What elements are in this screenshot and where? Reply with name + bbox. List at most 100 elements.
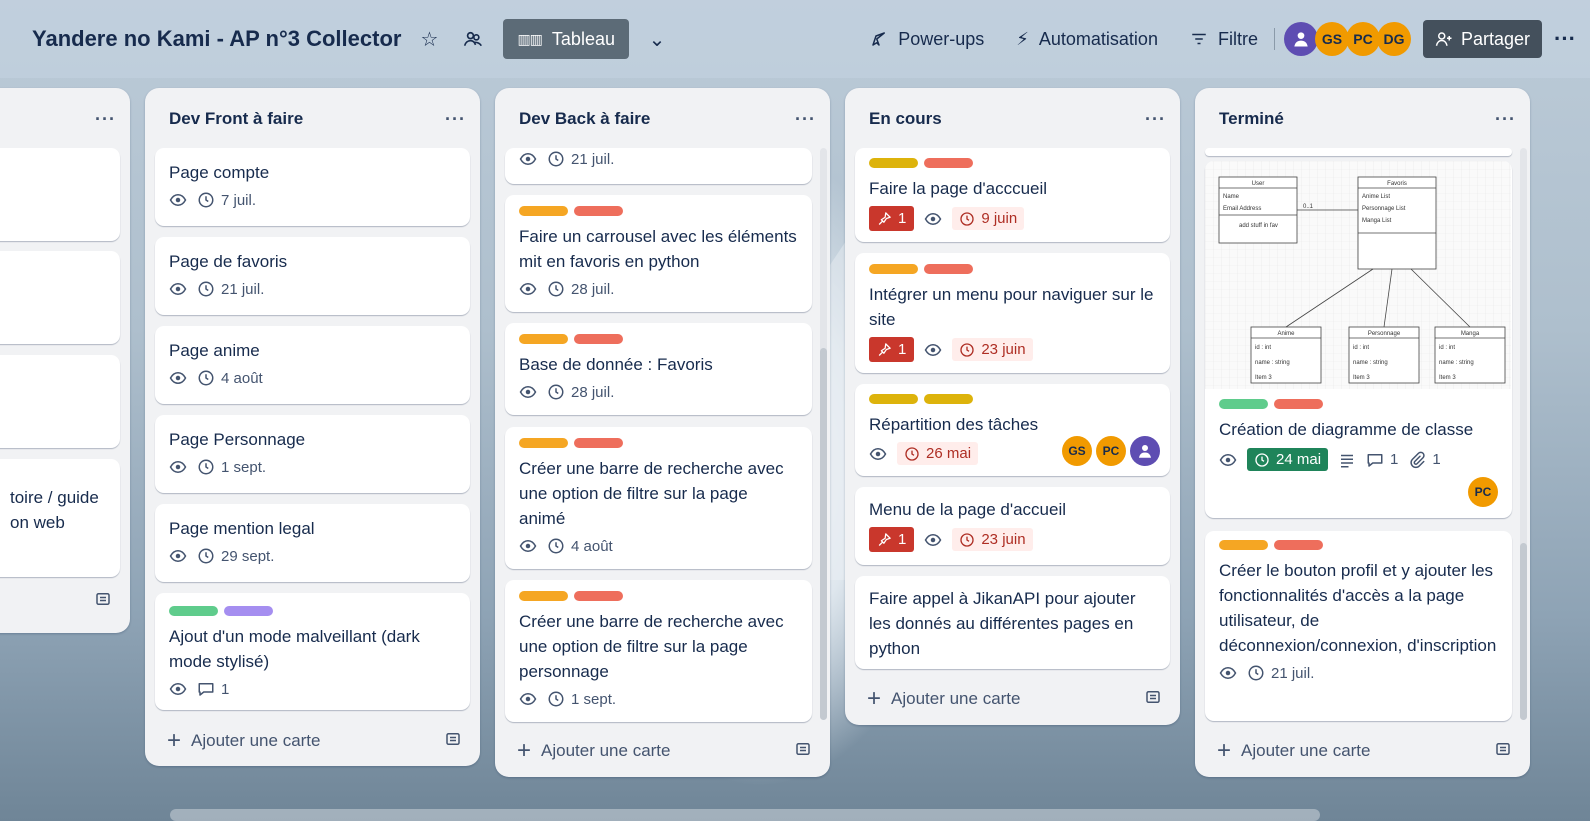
- card[interactable]: Intégrer un menu pour naviguer sur le si…: [855, 253, 1170, 373]
- card[interactable]: Répartition des tâches 26 mai GS PC: [855, 384, 1170, 476]
- card-title: Répartition des tâches: [869, 415, 1039, 434]
- list-en-cours: En cours ··· Faire la page d'acccueil 1 9…: [845, 88, 1180, 725]
- due-date[interactable]: 21 juil.: [1247, 664, 1314, 682]
- due-date[interactable]: 28 juil.: [547, 280, 614, 298]
- list-title[interactable]: En cours: [869, 109, 942, 129]
- share-button[interactable]: Partager: [1422, 20, 1543, 58]
- card[interactable]: Menu de la page d'accueil 1 23 juin: [855, 487, 1170, 565]
- card[interactable]: Page mention legal 29 sept.: [155, 504, 470, 582]
- due-date-overdue[interactable]: 26 mai: [897, 442, 979, 465]
- template-icon[interactable]: [444, 730, 462, 753]
- card-member-avatar[interactable]: PC: [1468, 477, 1498, 507]
- list-dev-back: Dev Back à faire ··· 21 juil. Faire un c…: [495, 88, 830, 777]
- card[interactable]: Page anime 4 août: [155, 326, 470, 404]
- avatar-member[interactable]: GS: [1314, 22, 1349, 56]
- card[interactable]: Page Personnage 1 sept.: [155, 415, 470, 493]
- plus-icon: +: [517, 737, 532, 764]
- list-title[interactable]: Terminé: [1219, 109, 1284, 129]
- card-title: Base de donnée : Favoris: [519, 355, 713, 374]
- notification-badge: 1: [869, 206, 915, 231]
- label-green: [1219, 399, 1268, 409]
- card-member-avatar[interactable]: PC: [1096, 436, 1126, 466]
- due-date-overdue[interactable]: 23 juin: [952, 338, 1033, 361]
- card[interactable]: Ajout d'un mode malveillant (dark mode s…: [155, 593, 470, 710]
- add-card-button[interactable]: + Ajouter une carte: [167, 729, 320, 753]
- card-member-avatar[interactable]: [1130, 436, 1160, 466]
- due-date[interactable]: 21 juil.: [547, 150, 614, 168]
- card[interactable]: [0, 148, 120, 241]
- due-date[interactable]: 1 sept.: [547, 690, 616, 708]
- template-icon[interactable]: [1494, 740, 1512, 763]
- add-card-button[interactable]: + Ajouter une carte: [1217, 739, 1370, 763]
- card-member-avatar[interactable]: GS: [1062, 436, 1092, 466]
- chevron-down-icon[interactable]: ⌄: [641, 23, 673, 55]
- board-menu-icon[interactable]: ···: [1554, 26, 1576, 52]
- card[interactable]: Faire un carrousel avec les éléments mit…: [505, 195, 812, 312]
- avatar-member[interactable]: DG: [1376, 22, 1411, 56]
- avatar-current-user[interactable]: [1283, 22, 1318, 56]
- list-menu-icon[interactable]: ···: [1145, 109, 1166, 130]
- list-scrollbar-thumb[interactable]: [820, 348, 827, 720]
- star-icon[interactable]: ☆: [413, 23, 445, 55]
- card-cover-diagram: User Name Email Address add stuff in fav…: [1205, 161, 1511, 389]
- due-date[interactable]: 28 juil.: [547, 383, 614, 401]
- board-view-button[interactable]: ▥▥ Tableau: [503, 19, 629, 59]
- list-title[interactable]: Dev Back à faire: [519, 109, 650, 129]
- list-menu-icon[interactable]: ···: [445, 109, 466, 130]
- due-date[interactable]: 7 juil.: [197, 191, 256, 209]
- automation-label: Automatisation: [1038, 28, 1158, 49]
- list-menu-icon[interactable]: ···: [1495, 109, 1516, 130]
- card[interactable]: Créer une barre de recherche avec une op…: [505, 427, 812, 569]
- due-date[interactable]: 4 août: [197, 369, 263, 387]
- uml-class-title: Favoris: [1387, 181, 1407, 187]
- card[interactable]: toire / guide on web: [0, 459, 120, 577]
- due-date-complete[interactable]: 24 mai: [1247, 448, 1329, 471]
- card[interactable]: 21 juil.: [505, 148, 812, 184]
- plus-icon: +: [167, 727, 182, 754]
- due-date-overdue[interactable]: 23 juin: [952, 528, 1033, 551]
- card[interactable]: [0, 355, 120, 448]
- due-date-overdue[interactable]: 9 juin: [952, 207, 1025, 230]
- label-orange: [519, 206, 568, 216]
- card[interactable]: [1205, 148, 1512, 156]
- add-card-button[interactable]: + Ajouter une carte: [517, 739, 670, 763]
- uml-multiplicity: 0..1: [1303, 204, 1314, 210]
- list-menu-icon[interactable]: ···: [795, 109, 816, 130]
- card[interactable]: Créer le bouton profil et y ajouter les …: [1205, 531, 1512, 721]
- card[interactable]: Page de favoris 21 juil.: [155, 237, 470, 315]
- due-date[interactable]: 4 août: [547, 537, 613, 555]
- powerups-button[interactable]: Power-ups: [870, 29, 984, 50]
- board-title[interactable]: Yandere no Kami - AP n°3 Collector: [32, 26, 401, 52]
- card[interactable]: Faire la page d'acccueil 1 9 juin: [855, 148, 1170, 242]
- uml-method: add stuff in fav: [1239, 223, 1278, 229]
- card-with-cover[interactable]: User Name Email Address add stuff in fav…: [1205, 161, 1512, 518]
- due-date[interactable]: 29 sept.: [197, 547, 274, 565]
- filter-button[interactable]: Filtre: [1190, 29, 1258, 50]
- card-title: Faire appel à JikanAPI pour ajouter les …: [869, 589, 1136, 658]
- description-icon: [1338, 451, 1356, 469]
- card-title: Créer le bouton profil et y ajouter les …: [1219, 561, 1497, 655]
- avatar-member[interactable]: PC: [1345, 22, 1380, 56]
- card[interactable]: [0, 251, 120, 344]
- card[interactable]: Base de donnée : Favoris 28 juil.: [505, 323, 812, 415]
- template-icon[interactable]: [794, 740, 812, 763]
- board-horizontal-scrollbar[interactable]: [170, 809, 1320, 821]
- card[interactable]: Créer une barre de recherche avec une op…: [505, 580, 812, 722]
- label-orange: [519, 438, 568, 448]
- add-card-button[interactable]: + Ajouter une carte: [867, 687, 1020, 711]
- uml-field: Manga List: [1362, 218, 1392, 224]
- add-card-row: + Ajouter une carte: [145, 720, 480, 762]
- list-menu-icon[interactable]: ···: [95, 109, 116, 130]
- card-title: Création de diagramme de classe: [1219, 420, 1474, 439]
- card[interactable]: Page compte 7 juil.: [155, 148, 470, 226]
- list-title[interactable]: Dev Front à faire: [169, 109, 303, 129]
- due-date[interactable]: 1 sept.: [197, 458, 266, 476]
- template-icon[interactable]: [94, 590, 112, 613]
- card[interactable]: Faire appel à JikanAPI pour ajouter les …: [855, 576, 1170, 669]
- card-title: Intégrer un menu pour naviguer sur le si…: [869, 285, 1154, 329]
- visibility-icon[interactable]: [457, 23, 489, 55]
- list-scrollbar-thumb[interactable]: [1520, 543, 1527, 720]
- automation-button[interactable]: ⚡ Automatisation: [1016, 29, 1158, 50]
- due-date[interactable]: 21 juil.: [197, 280, 264, 298]
- template-icon[interactable]: [1144, 688, 1162, 711]
